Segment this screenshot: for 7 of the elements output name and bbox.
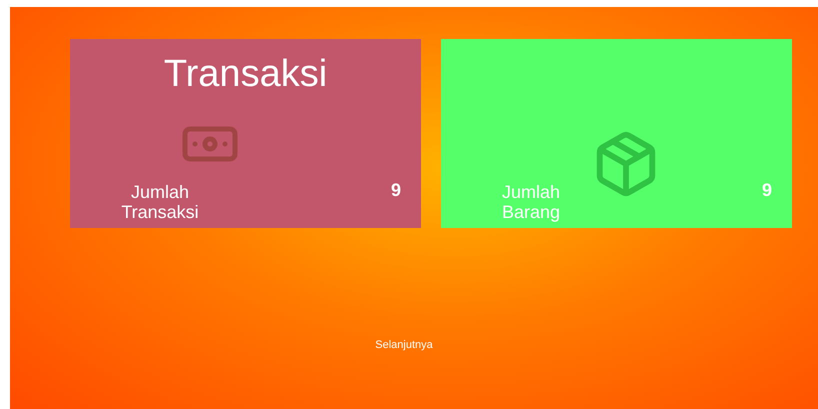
transaction-card[interactable]: Transaksi Jumlah Transaksi 9 bbox=[70, 39, 421, 228]
card-count: 9 bbox=[762, 179, 772, 202]
next-link[interactable]: Selanjutnya bbox=[375, 336, 433, 353]
card-label: Jumlah Transaksi bbox=[120, 182, 200, 222]
card-title: Transaksi bbox=[164, 52, 328, 96]
card-label: Jumlah Barang bbox=[500, 182, 562, 222]
card-count: 9 bbox=[390, 179, 401, 202]
